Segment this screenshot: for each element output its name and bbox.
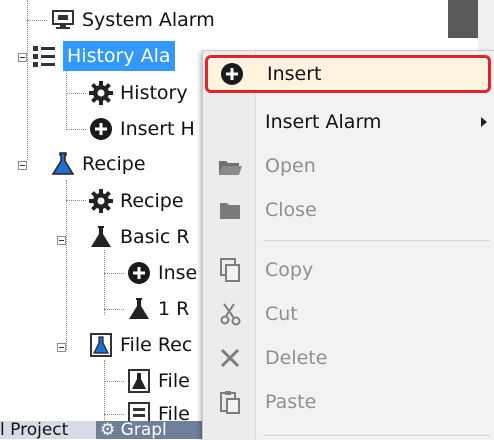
tree-connector [104, 309, 124, 310]
tree-item-insert-history[interactable]: Insert H [88, 114, 195, 144]
tree-item-label: Insert H [120, 118, 195, 140]
gear-icon [88, 80, 114, 106]
collapse-toggle[interactable] [18, 53, 27, 62]
tree-item-label: File Rec [120, 334, 193, 356]
collapse-toggle[interactable] [18, 161, 27, 170]
tree-connector [104, 381, 124, 382]
tree-item-history-alarm[interactable]: History Ala [31, 41, 175, 71]
tree-item-recipe-setting[interactable]: Recipe [88, 186, 184, 216]
menu-item-insert[interactable]: Insert [205, 55, 491, 93]
scissors-icon [217, 301, 243, 327]
tree-item-label: History [120, 82, 188, 104]
flask-icon [126, 296, 152, 322]
menu-item-open[interactable]: Open [203, 147, 494, 185]
menu-item-label: Open [265, 155, 316, 177]
tree-item-label: Recipe [82, 153, 146, 175]
tree-item-file-1[interactable]: File [126, 366, 190, 396]
tree-item-recipe-1[interactable]: 1 R [126, 294, 189, 324]
tree-item-label: System Alarm [82, 9, 215, 31]
collapse-toggle[interactable] [57, 343, 66, 352]
menu-item-label: Insert [267, 63, 322, 85]
tree-connector [27, 0, 28, 160]
context-menu: Insert Insert Alarm Open Close Copy Cut [202, 50, 494, 440]
tree-connector [104, 360, 105, 420]
gear-icon [88, 188, 114, 214]
menu-item-label: Paste [265, 391, 317, 413]
menu-item-label: Cut [265, 303, 298, 325]
tree-item-label: File [158, 370, 190, 392]
list-icon [31, 43, 57, 69]
x-icon [217, 345, 243, 371]
tree-connector [66, 180, 67, 350]
plus-circle-icon [88, 116, 114, 142]
paste-icon [217, 389, 243, 415]
tree-connector [104, 273, 124, 274]
plus-circle-icon [126, 260, 152, 286]
file-flask-icon [88, 332, 114, 358]
menu-item-paste[interactable]: Paste [203, 383, 494, 421]
tree-item-label: Basic R [120, 226, 190, 248]
menu-item-label: Close [265, 199, 317, 221]
menu-item-insert-alarm[interactable]: Insert Alarm [203, 103, 494, 141]
collapse-toggle[interactable] [57, 236, 66, 245]
tab-graphics[interactable]: ⚙ Grapl [96, 421, 210, 439]
tree-connector [66, 129, 86, 130]
flask-icon [88, 224, 114, 250]
tree-connector [104, 414, 124, 415]
menu-item-delete[interactable]: Delete [203, 339, 494, 377]
copy-icon [217, 257, 243, 283]
menu-item-label: Delete [265, 347, 328, 369]
tree-connector [66, 70, 67, 130]
tree-connector [66, 200, 86, 201]
tree-item-basic-recipe[interactable]: Basic R [88, 222, 190, 252]
tree-connector [66, 93, 86, 94]
tree-item-insert-basic[interactable]: Inse [126, 258, 197, 288]
menu-separator [263, 435, 489, 436]
tree-item-recipe[interactable]: Recipe [50, 149, 146, 179]
tree-item-history-setting[interactable]: History [88, 78, 188, 108]
tree-connector [27, 20, 47, 21]
flask-icon [50, 151, 76, 177]
tab-label: l Project [0, 421, 69, 439]
file-flask-icon [126, 368, 152, 394]
gear-icon: ⚙ [100, 421, 116, 439]
tab-project[interactable]: l Project [0, 421, 90, 439]
tree-item-label: Inse [158, 262, 198, 284]
tree-connector [104, 250, 105, 315]
menu-item-cut[interactable]: Cut [203, 295, 494, 333]
tree-item-label: 1 R [158, 298, 190, 320]
menu-separator [263, 240, 489, 241]
menu-item-close[interactable]: Close [203, 191, 494, 229]
folder-closed-icon [217, 197, 243, 223]
tab-label: Grapl [120, 421, 167, 439]
tree-item-file-recipe[interactable]: File Rec [88, 330, 192, 360]
menu-item-label: Copy [265, 259, 314, 281]
menu-item-copy[interactable]: Copy [203, 251, 494, 289]
monitor-icon [50, 7, 76, 33]
tree-item-system-alarm[interactable]: System Alarm [50, 5, 215, 35]
folder-open-icon [217, 153, 243, 179]
menu-item-label: Insert Alarm [265, 111, 382, 133]
plus-circle-icon [219, 61, 245, 87]
tree-item-label: History Ala [63, 41, 175, 71]
submenu-arrow-icon [481, 117, 487, 127]
tree-item-label: Recipe [120, 190, 184, 212]
scrollbar-thumb[interactable] [448, 0, 478, 38]
